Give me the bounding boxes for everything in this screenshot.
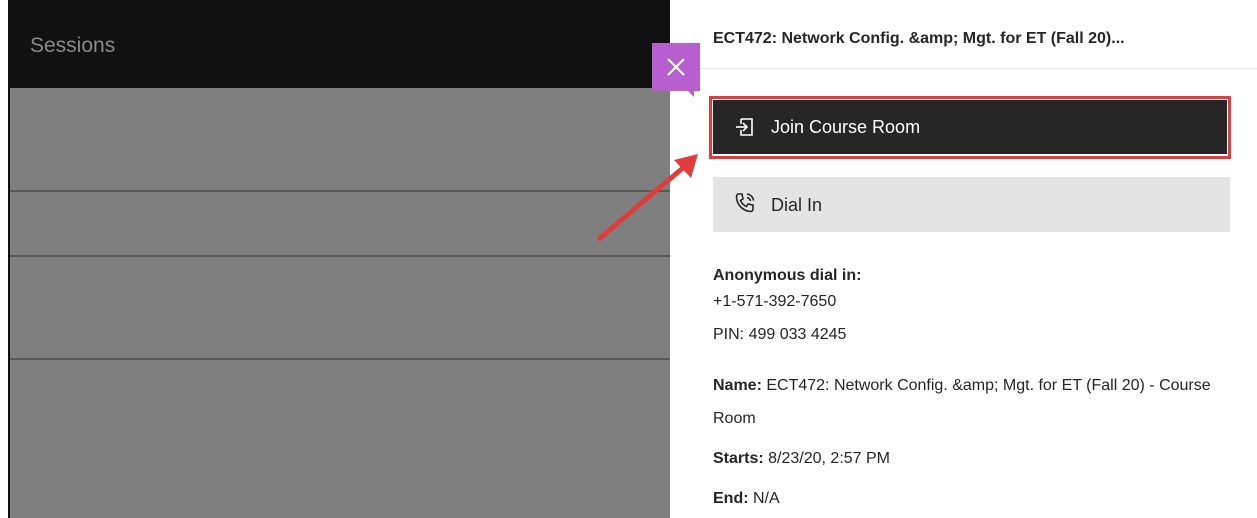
session-row-divider [10,358,670,360]
session-row-divider [10,255,670,257]
sessions-title: Sessions [30,34,116,57]
anonymous-dial-in-heading: Anonymous dial in: [713,267,862,284]
phone-icon [733,191,757,220]
join-course-room-label: Join Course Room [771,117,921,137]
dial-in-button[interactable]: Dial In [713,177,1230,232]
session-name: Name: ECT472: Network Config. &amp; Mgt.… [713,369,1243,435]
session-starts: Starts: 8/23/20, 2:57 PM [713,447,890,471]
starts-label: Starts: [713,450,764,467]
session-details-panel: ECT472: Network Config. &amp; Mgt. for E… [670,0,1257,518]
close-icon [665,56,687,81]
session-row-divider [10,190,670,192]
sessions-panel-dimmed: Sessions [10,0,670,518]
session-title: ECT472: Network Config. &amp; Mgt. for E… [713,30,1125,47]
sessions-header: Sessions [10,0,670,88]
session-name-label: Name: [713,377,762,394]
enter-icon [733,115,757,144]
end-label: End: [713,490,749,507]
dial-in-pin: PIN: 499 033 4245 [713,326,847,343]
window-border [8,0,10,518]
dial-in-phone-number: +1-571-392-7650 [713,293,837,310]
dial-in-label: Dial In [771,195,823,215]
close-panel-button[interactable] [652,43,700,97]
join-course-room-button[interactable]: Join Course Room [713,100,1227,154]
end-value: N/A [753,490,780,507]
starts-value: 8/23/20, 2:57 PM [768,450,890,467]
arrow-icon [590,150,710,255]
session-name-value: ECT472: Network Config. &amp; Mgt. for E… [713,377,1211,427]
title-divider [670,68,1257,69]
session-end: End: N/A [713,487,780,511]
